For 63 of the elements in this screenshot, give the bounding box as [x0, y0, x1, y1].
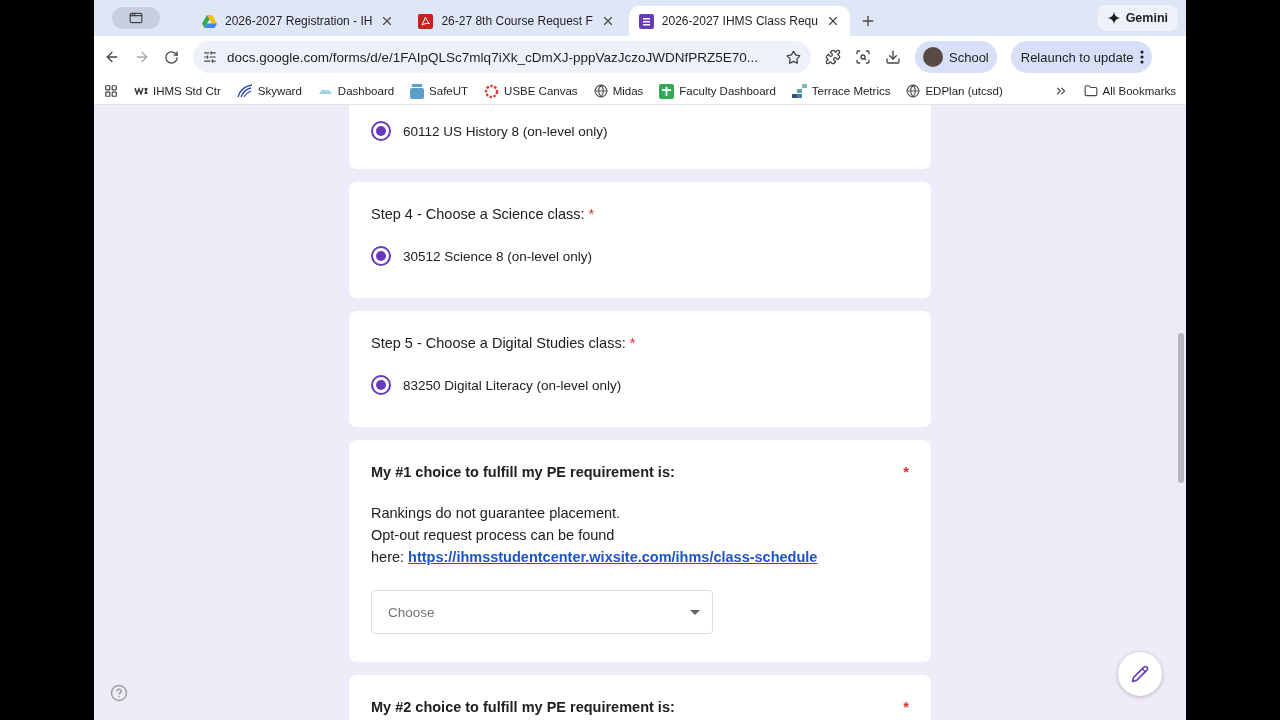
address-bar[interactable]: docs.google.com/forms/d/e/1FAIpQLSc7mlq7iXk_cDmXJ-pppVazJczoJWDNfPRZ5E70... — [193, 41, 811, 73]
schedule-link[interactable]: https://ihmsstudentcenter.wixsite.com/ihms/class-schedule — [408, 549, 818, 565]
bookmark-star-icon[interactable] — [786, 49, 801, 65]
folder-icon — [1083, 84, 1098, 98]
choose-dropdown[interactable]: Choose — [371, 590, 713, 634]
reload-icon[interactable] — [164, 49, 179, 65]
required-asterisk: * — [588, 206, 595, 222]
skyward-logo-icon — [236, 84, 253, 98]
required-asterisk: * — [903, 464, 909, 480]
back-icon[interactable] — [104, 49, 120, 65]
option-label: 83250 Digital Literacy (on-level only) — [403, 377, 622, 393]
pencil-icon — [1131, 665, 1149, 683]
bookmark-item[interactable]: EDPlan (utcsd) — [906, 84, 1003, 98]
tab-search-button[interactable] — [112, 7, 160, 29]
bookmark-item[interactable]: Midas — [593, 84, 644, 98]
safeut-logo-icon — [410, 83, 425, 99]
bookmark-item[interactable]: Faculty Dashboard — [659, 83, 776, 99]
radio-button[interactable] — [371, 121, 391, 141]
required-asterisk: * — [629, 335, 636, 351]
profile-button[interactable]: School — [915, 41, 997, 73]
edit-button[interactable] — [1118, 652, 1162, 696]
radio-button[interactable] — [371, 375, 391, 395]
globe-icon — [906, 84, 921, 98]
canvas-logo-icon — [484, 83, 500, 99]
relaunch-button[interactable]: Relaunch to update — [1010, 41, 1152, 73]
wix-logo-icon — [134, 87, 148, 95]
bookmark-item[interactable]: USBE Canvas — [484, 83, 578, 99]
scrollbar-thumb[interactable] — [1178, 333, 1184, 483]
description-text: Opt-out request process can be found here: https://ihmsstudentcenter.wixsite.com/ihms/class-schedule — [371, 526, 819, 567]
all-bookmarks-button[interactable]: All Bookmarks — [1083, 84, 1176, 98]
browser-tab[interactable]: 2026-2027 IHMS Class Requ — [628, 6, 850, 36]
site-settings-icon[interactable] — [203, 50, 217, 64]
question-title: My #2 choice to fulfill my PE requirement is: — [371, 699, 675, 715]
dropdown-caret-icon — [690, 609, 700, 615]
question-title: My #1 choice to fulfill my PE requirement is: — [371, 464, 675, 480]
bookmark-item[interactable]: SafeUT — [410, 83, 469, 99]
browser-tab[interactable]: 2026-2027 Registration - IH — [192, 6, 405, 36]
extensions-icon[interactable] — [825, 49, 841, 65]
required-asterisk: * — [903, 699, 909, 715]
screen-search-icon[interactable] — [855, 49, 871, 65]
download-icon[interactable] — [885, 49, 901, 65]
more-icon — [1139, 50, 1144, 64]
sheet-plus-icon — [659, 83, 675, 99]
window-icon — [129, 11, 143, 25]
radio-button[interactable] — [371, 246, 391, 266]
globe-icon — [593, 84, 608, 98]
bookmark-item[interactable]: Terrace Metrics — [791, 84, 891, 98]
bookmark-item[interactable]: IHMS Std Ctr — [134, 85, 221, 97]
drive-icon — [202, 14, 217, 28]
question-title: Step 5 - Choose a Digital Studies class: — [371, 335, 626, 351]
browser-tab[interactable]: 26-27 8th Course Request F — [408, 6, 625, 36]
bookmark-item[interactable]: Dashboard — [317, 85, 395, 97]
description-text: Rankings do not guarantee placement. — [371, 504, 622, 523]
option-label: 30512 Science 8 (on-level only) — [403, 248, 593, 264]
bookmark-item[interactable]: Skyward — [236, 84, 302, 98]
bar-blocks-icon — [791, 84, 807, 98]
apps-grid-icon[interactable] — [104, 84, 118, 98]
option-label: 60112 US History 8 (on-level only) — [403, 123, 608, 139]
gemini-button[interactable]: Gemini — [1097, 5, 1178, 31]
question-title: Step 4 - Choose a Science class: — [371, 206, 585, 222]
pdf-icon — [418, 13, 434, 29]
sparkle-icon — [1107, 12, 1120, 24]
forms-icon — [638, 13, 654, 29]
